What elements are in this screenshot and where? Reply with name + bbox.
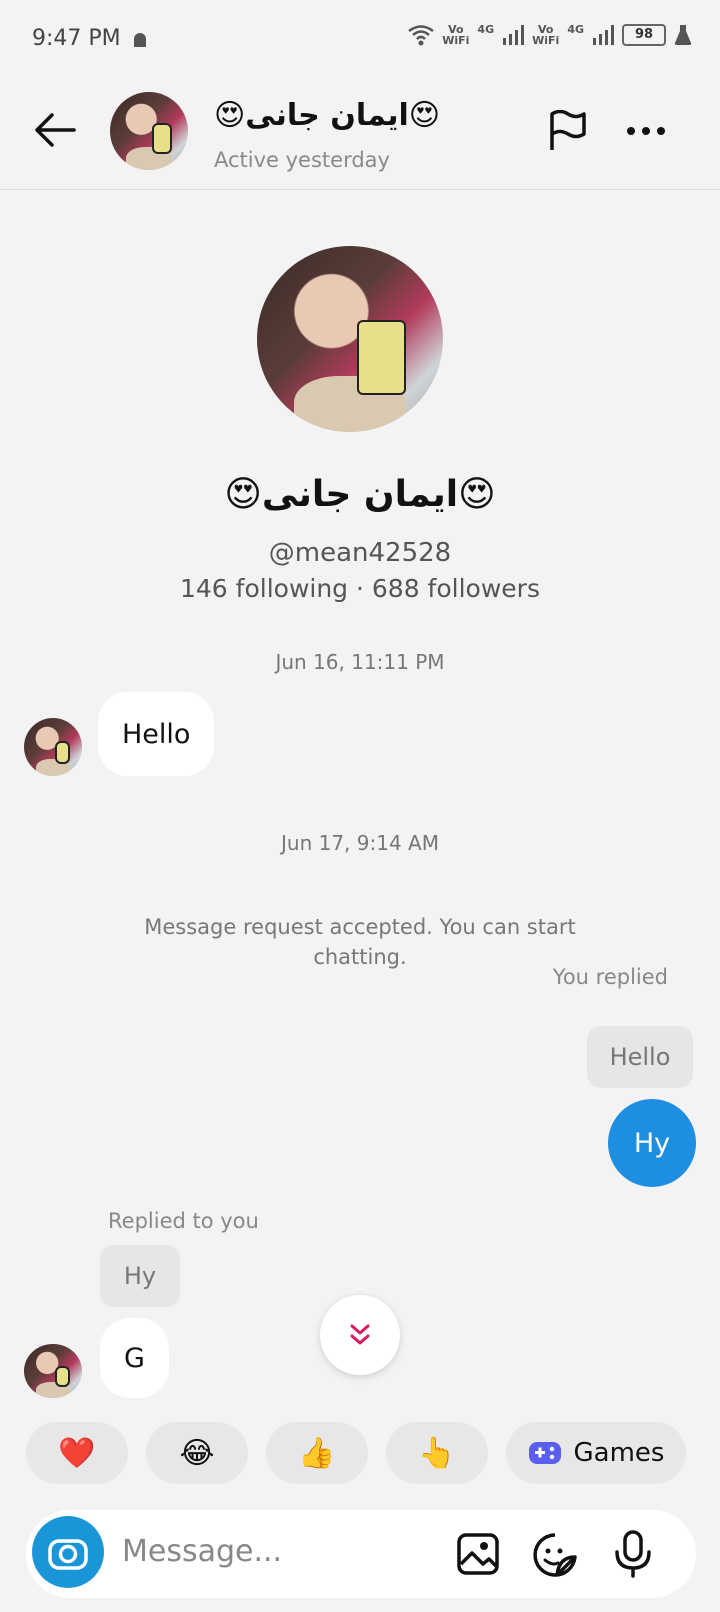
back-arrow-icon[interactable] [34, 112, 76, 148]
games-label: Games [573, 1438, 665, 1468]
status-time: 9:47 PM [32, 26, 121, 51]
status-bar: 9:47 PM Vo WiFi 4G Vo WiFi 4G 98 [0, 0, 720, 80]
flag-icon[interactable] [548, 110, 588, 152]
header-avatar[interactable] [110, 92, 188, 170]
profile-handle: @mean42528 [268, 538, 452, 568]
reaction-laugh[interactable]: 😂 [146, 1422, 248, 1484]
reaction-point-up[interactable]: 👆 [386, 1422, 488, 1484]
camera-button[interactable] [32, 1516, 104, 1588]
message-composer: Message... [26, 1510, 696, 1598]
profile-stats: 146 following · 688 followers [180, 574, 540, 603]
games-chip[interactable]: Games [506, 1422, 686, 1484]
lte-label-2: 4G [567, 23, 584, 36]
status-icons: Vo WiFi 4G Vo WiFi 4G 98 [408, 24, 692, 46]
wifi-icon [408, 25, 434, 46]
reply-caption: You replied [552, 965, 668, 989]
outgoing-message[interactable]: Hy [608, 1099, 696, 1187]
reply-caption: Replied to you [108, 1209, 259, 1233]
camera-icon [48, 1539, 88, 1570]
quoted-message[interactable]: Hello [587, 1026, 693, 1088]
incoming-message[interactable]: G [100, 1318, 169, 1398]
microphone-icon[interactable] [614, 1530, 652, 1578]
vowifi-label: Vo WiFi [442, 23, 470, 47]
sender-avatar[interactable] [24, 1344, 82, 1398]
sticker-icon[interactable] [532, 1532, 578, 1578]
header-username[interactable]: 😍ايمان جانی😍 [214, 98, 440, 133]
reaction-heart[interactable]: ❤️ [26, 1422, 128, 1484]
timestamp: Jun 17, 9:14 AM [281, 831, 439, 855]
quoted-message[interactable]: Hy [100, 1245, 180, 1307]
battery-indicator: 98 [622, 24, 666, 46]
android-icon [134, 33, 146, 47]
gallery-icon[interactable] [456, 1532, 500, 1576]
quick-reactions: ❤️ 😂 👍 👆 Games [26, 1422, 686, 1484]
more-options-icon[interactable] [626, 126, 666, 136]
profile-name: 😍ايمان جانی😍 [224, 474, 496, 515]
lte-label: 4G [477, 23, 495, 36]
double-chevron-down-icon [350, 1324, 370, 1345]
timestamp: Jun 16, 11:11 PM [275, 650, 445, 674]
scroll-to-bottom-button[interactable] [320, 1295, 400, 1375]
signal-icon-2 [593, 25, 614, 45]
incoming-message[interactable]: Hello [98, 692, 215, 776]
system-message: Message request accepted. You can start … [144, 915, 576, 969]
header-activity-status: Active yesterday [214, 148, 390, 172]
profile-avatar[interactable] [257, 246, 443, 432]
sender-avatar[interactable] [24, 718, 82, 776]
message-input[interactable]: Message... [122, 1534, 282, 1569]
gamepad-icon [528, 1442, 561, 1464]
flask-icon [674, 25, 692, 45]
reaction-thumbs-up[interactable]: 👍 [266, 1422, 368, 1484]
signal-icon [503, 25, 525, 45]
vowifi-label-2: Vo WiFi [532, 23, 560, 47]
